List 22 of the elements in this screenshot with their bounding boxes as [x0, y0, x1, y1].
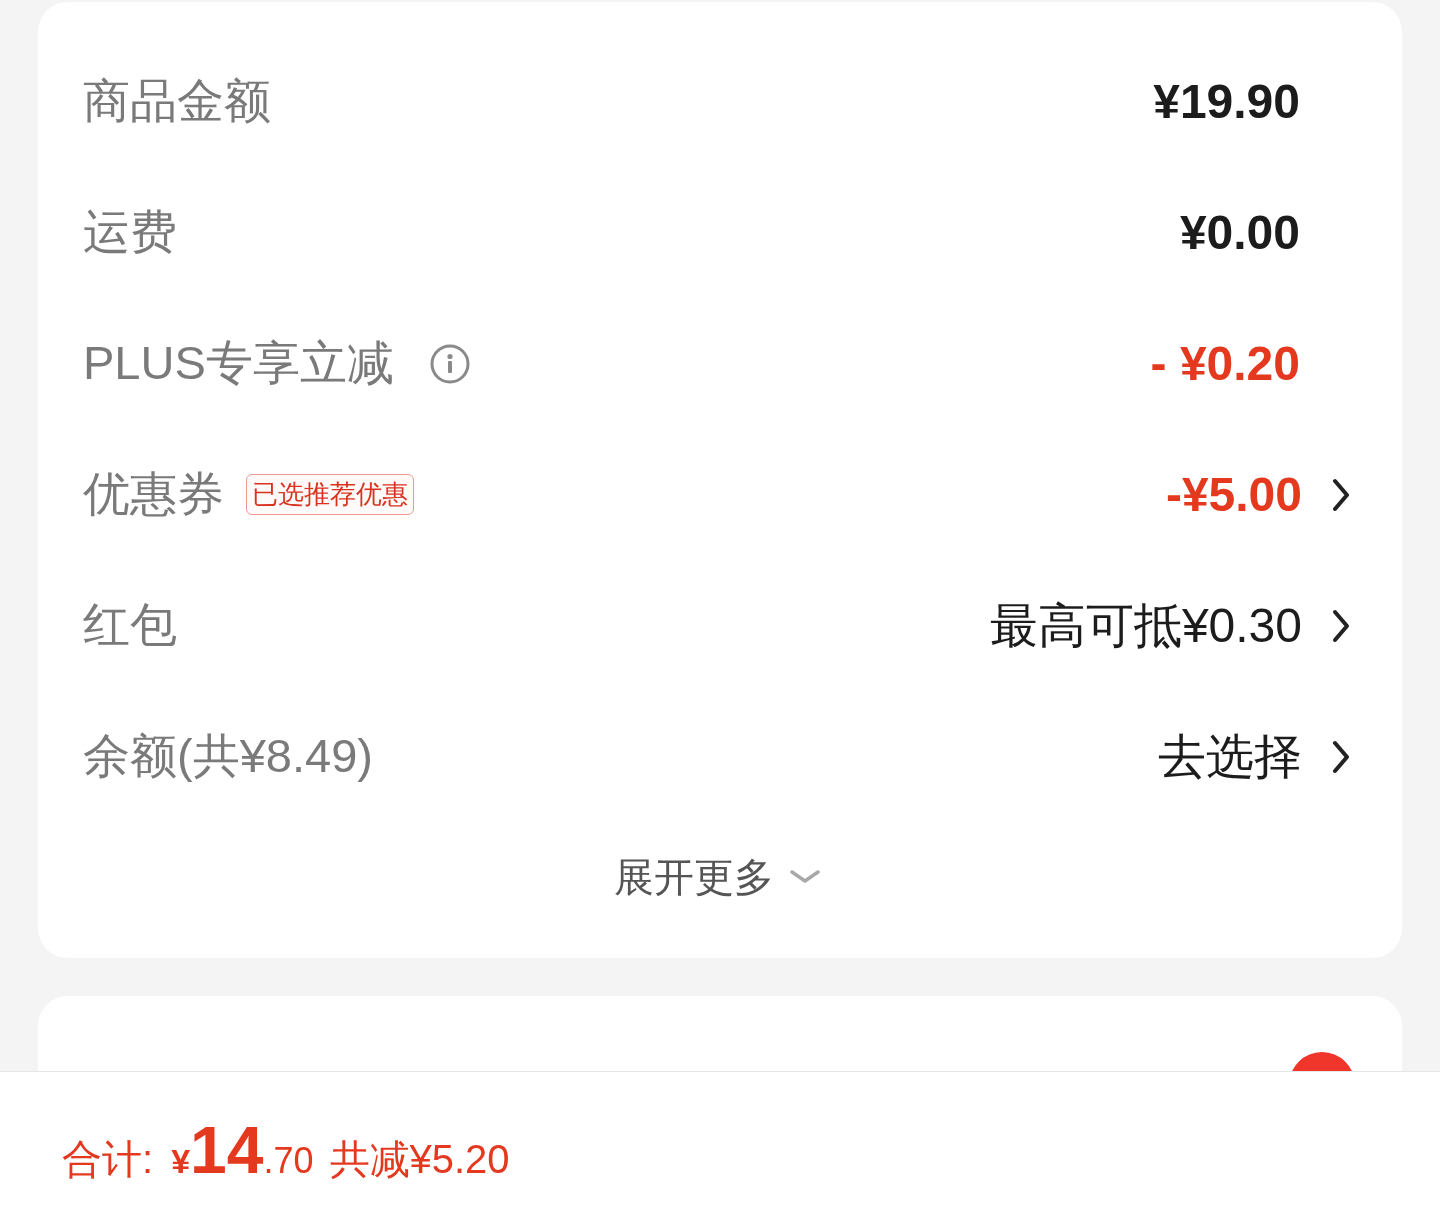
- row-value: ¥0.00: [1179, 205, 1300, 260]
- chevron-right-icon[interactable]: [1332, 739, 1350, 774]
- row-label: 商品金额: [83, 73, 271, 129]
- row-value: ¥19.90: [1153, 74, 1300, 129]
- total-label: 合计:: [62, 1136, 154, 1183]
- chevron-right-icon[interactable]: [1332, 608, 1350, 643]
- savings-text: 共减¥5.20: [329, 1136, 510, 1183]
- row-value: 去选择: [1158, 728, 1302, 785]
- row-label: 优惠券: [83, 466, 224, 522]
- row-value: - ¥0.20: [1150, 336, 1300, 391]
- info-icon[interactable]: [429, 343, 470, 384]
- row-label: PLUS专享立减: [83, 335, 394, 391]
- total-amount: ¥14.70: [171, 1112, 314, 1188]
- row-label: 余额(共¥8.49): [83, 728, 373, 784]
- chevron-down-icon: [789, 870, 820, 884]
- recommended-tag: 已选推荐优惠: [246, 474, 414, 515]
- expand-more-button[interactable]: 展开更多: [613, 849, 820, 905]
- row-value: -¥5.00: [1165, 467, 1302, 522]
- row-label: 红包: [83, 597, 177, 653]
- row-label: 运费: [83, 204, 177, 260]
- row-value: 最高可抵¥0.30: [989, 597, 1302, 654]
- chevron-right-icon[interactable]: [1332, 477, 1350, 512]
